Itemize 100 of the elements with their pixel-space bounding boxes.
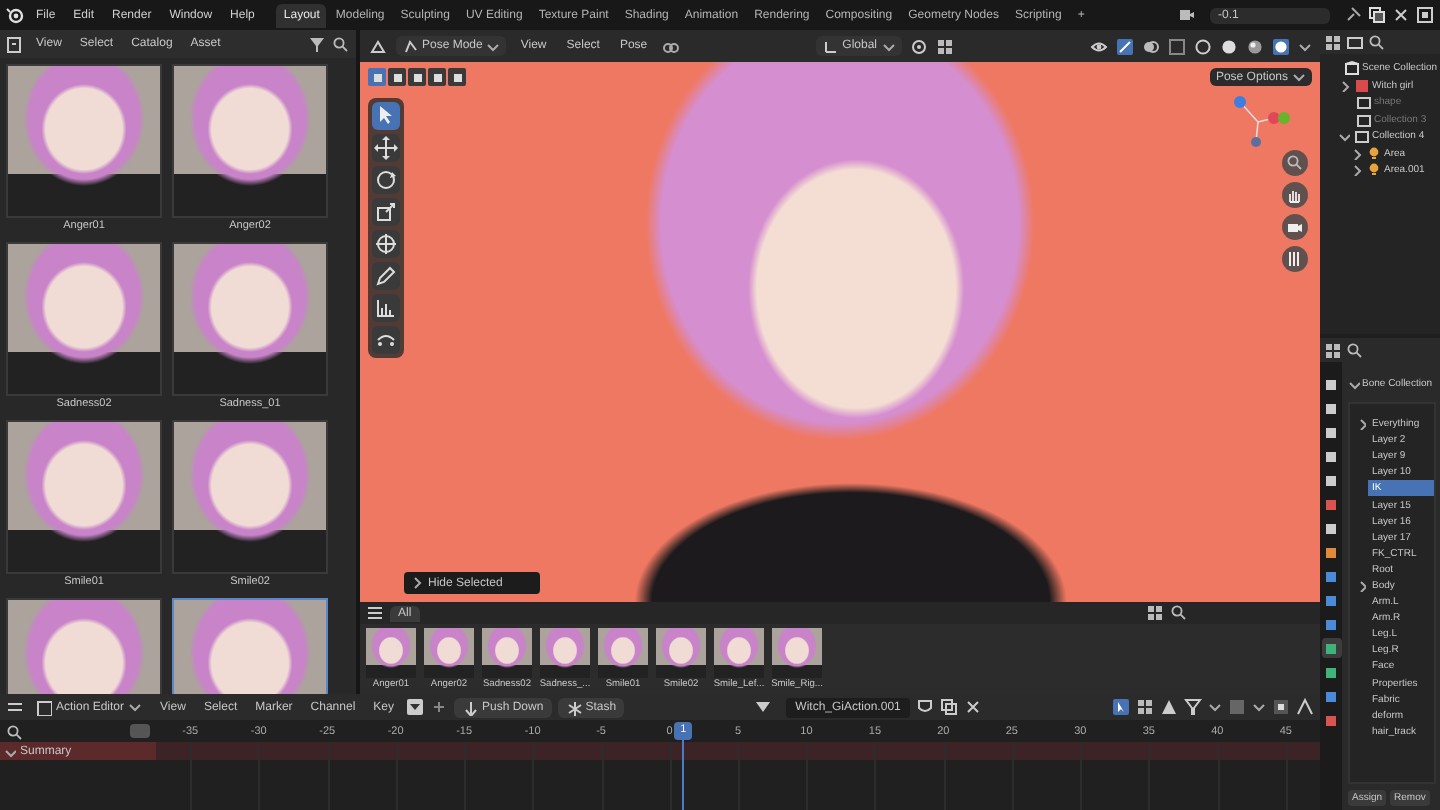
pivot-icon[interactable]	[909, 37, 927, 55]
render-placeholder[interactable]	[424, 628, 474, 678]
select-mode-button[interactable]	[408, 68, 426, 86]
properties-tab[interactable]	[1321, 374, 1341, 394]
caret-icon[interactable]	[1356, 579, 1366, 592]
wireframe-shading-icon[interactable]	[1194, 37, 1213, 55]
action-icon[interactable]	[753, 698, 772, 716]
filter-toggle[interactable]	[130, 724, 150, 738]
zoom-button[interactable]	[1282, 150, 1308, 176]
rendered-shading-icon[interactable]	[1272, 37, 1291, 55]
shield-icon[interactable]	[916, 698, 935, 716]
render-placeholder[interactable]	[540, 628, 590, 678]
properties-tab[interactable]	[1321, 638, 1341, 658]
filter-icon[interactable]	[308, 35, 326, 53]
camera-button[interactable]	[1282, 214, 1308, 240]
gizmo-toggle-icon[interactable]	[1116, 37, 1135, 55]
render-placeholder[interactable]	[482, 628, 532, 678]
collection-icon	[1343, 60, 1359, 77]
filter-icon[interactable]	[1184, 698, 1203, 716]
caret-icon[interactable]	[1350, 164, 1362, 177]
cursor-toggle-icon[interactable]	[1112, 698, 1131, 716]
tool-button[interactable]	[372, 230, 400, 258]
search-icon[interactable]	[1346, 342, 1362, 358]
editor-type-icon[interactable]	[6, 698, 24, 716]
tool-button[interactable]	[372, 166, 400, 194]
blender-logo-icon[interactable]	[6, 5, 26, 25]
render-placeholder[interactable]	[598, 628, 648, 678]
editor-type-icon[interactable]	[1324, 33, 1342, 51]
properties-tab[interactable]	[1321, 542, 1341, 562]
link-icon[interactable]	[661, 37, 680, 55]
render-placeholder[interactable]	[172, 420, 328, 574]
select-mode-button[interactable]	[428, 68, 446, 86]
properties-tab[interactable]	[1321, 662, 1341, 682]
caret-icon[interactable]	[1298, 39, 1313, 53]
render-placeholder[interactable]	[656, 628, 706, 678]
properties-tab[interactable]	[1321, 590, 1341, 610]
caret-icon[interactable]	[1252, 700, 1267, 714]
select-mode-button[interactable]	[368, 68, 386, 86]
search-icon[interactable]	[332, 35, 350, 53]
eye-icon[interactable]	[1090, 37, 1109, 55]
tool-button[interactable]	[372, 198, 400, 226]
close-icon[interactable]	[1392, 6, 1410, 24]
square-icon	[1324, 569, 1338, 583]
snap-icon[interactable]	[935, 37, 953, 55]
caret-icon	[486, 39, 501, 53]
curve-icon[interactable]	[1296, 698, 1315, 716]
display-mode-icon[interactable]	[1346, 33, 1364, 51]
tool-button[interactable]	[372, 326, 400, 354]
grid-button[interactable]	[1282, 246, 1308, 272]
caret-icon[interactable]	[1208, 700, 1223, 714]
view-mode-icon[interactable]	[1146, 604, 1164, 622]
select-mode-button[interactable]	[388, 68, 406, 86]
render-placeholder[interactable]	[172, 242, 328, 396]
tool-button[interactable]	[372, 102, 400, 130]
caret-icon[interactable]	[1350, 147, 1362, 160]
render-placeholder[interactable]	[6, 242, 162, 396]
menu-icon[interactable]	[366, 604, 384, 622]
search-icon[interactable]	[6, 723, 22, 739]
filter-toggle-icon[interactable]	[406, 698, 424, 716]
render-placeholder[interactable]	[6, 64, 162, 218]
warning-icon[interactable]	[1160, 698, 1179, 716]
caret-icon[interactable]	[1338, 79, 1350, 92]
chevron-icon	[410, 576, 424, 590]
render-placeholder[interactable]	[772, 628, 822, 678]
tool-button[interactable]	[372, 294, 400, 322]
solid-shading-icon[interactable]	[1220, 37, 1239, 55]
pin-icon[interactable]	[1344, 6, 1362, 24]
editor-type-icon[interactable]	[1324, 341, 1342, 359]
properties-tab[interactable]	[1321, 398, 1341, 418]
search-icon[interactable]	[1170, 604, 1188, 622]
editor-type-icon[interactable]	[6, 35, 24, 53]
render-placeholder[interactable]	[366, 628, 416, 678]
layers-icon[interactable]	[1416, 6, 1434, 24]
search-icon[interactable]	[1368, 34, 1384, 50]
properties-tab[interactable]	[1321, 446, 1341, 466]
plus-icon[interactable]	[430, 698, 448, 716]
properties-tab[interactable]	[1321, 566, 1341, 586]
caret-icon[interactable]	[1356, 418, 1366, 431]
select-mode-button[interactable]	[448, 68, 466, 86]
render-placeholder[interactable]	[714, 628, 764, 678]
caret-icon[interactable]	[1348, 378, 1360, 390]
material-shading-icon[interactable]	[1246, 37, 1265, 55]
tool-button[interactable]	[372, 134, 400, 162]
render-placeholder[interactable]	[6, 420, 162, 574]
hand-button[interactable]	[1282, 182, 1308, 208]
render-placeholder[interactable]	[172, 64, 328, 218]
caret-icon[interactable]	[1338, 130, 1350, 143]
properties-tab[interactable]	[1321, 422, 1341, 442]
copy-icon[interactable]	[940, 698, 959, 716]
properties-tab[interactable]	[1321, 686, 1341, 706]
properties-tab[interactable]	[1321, 470, 1341, 490]
tool-button[interactable]	[372, 262, 400, 290]
properties-tab[interactable]	[1321, 494, 1341, 514]
copy-icon[interactable]	[1368, 6, 1386, 24]
keyframe-icon[interactable]	[1136, 698, 1155, 716]
properties-tab[interactable]	[1321, 710, 1341, 730]
properties-tab[interactable]	[1321, 518, 1341, 538]
properties-tab[interactable]	[1321, 614, 1341, 634]
snap-icon[interactable]	[1272, 698, 1291, 716]
close-icon[interactable]	[964, 698, 983, 716]
